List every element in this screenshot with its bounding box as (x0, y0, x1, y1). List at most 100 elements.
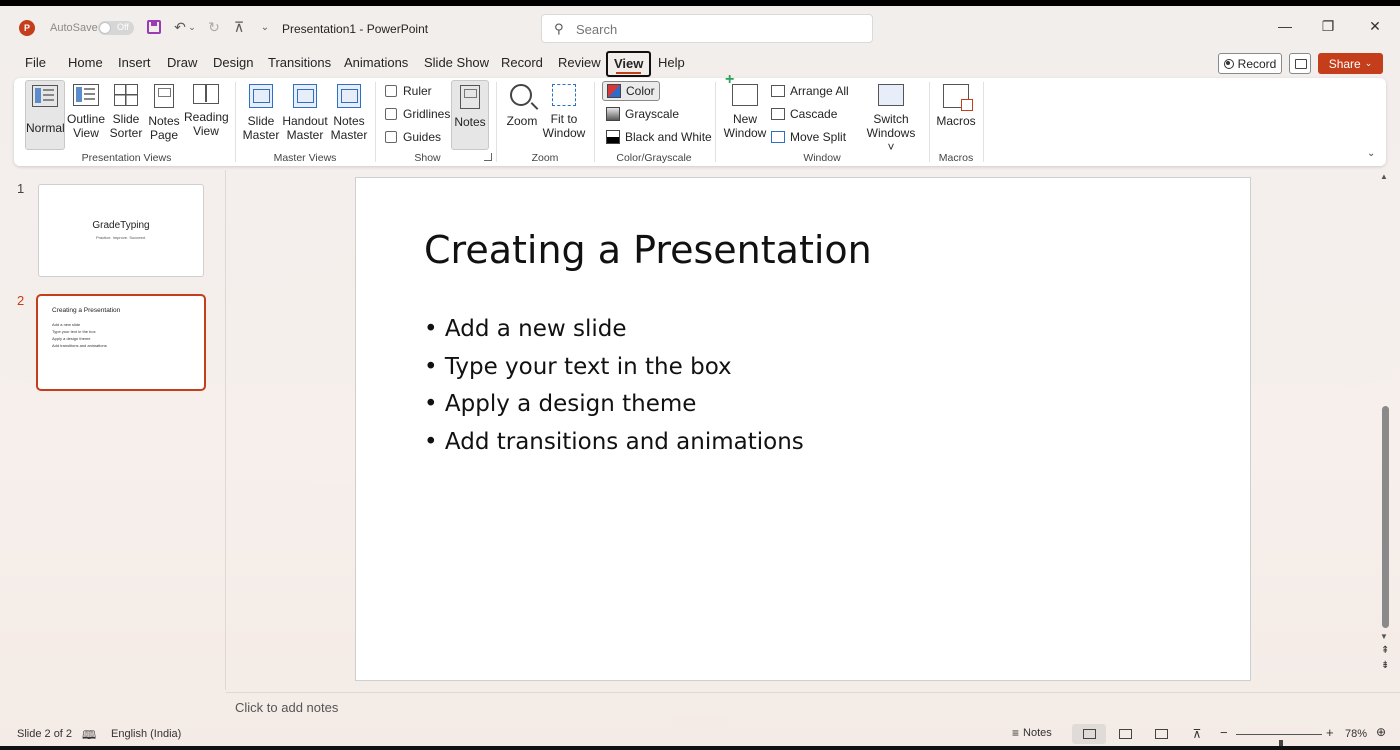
present-button[interactable]: ⊼ (228, 16, 250, 38)
group-label-show: Show (414, 152, 441, 164)
pane-divider[interactable] (225, 170, 226, 690)
zoom-out-button[interactable]: − (1220, 725, 1228, 740)
button-label: View (193, 124, 219, 138)
black-and-white-button[interactable]: Black and White (602, 127, 716, 147)
cascade-button[interactable]: Cascade (771, 104, 837, 124)
macros-button[interactable]: Macros (936, 80, 976, 150)
status-notes-button[interactable]: ≡ Notes (1012, 726, 1052, 740)
tab-help[interactable]: Help (658, 55, 685, 70)
color-icon (607, 84, 621, 98)
reading-view-status-button[interactable] (1144, 724, 1178, 744)
move-split-icon (771, 131, 785, 143)
fit-to-window-button[interactable]: Fit to Window (542, 80, 586, 150)
button-label: Windows ˅ (866, 126, 916, 154)
group-separator (496, 82, 497, 162)
tab-draw[interactable]: Draw (167, 55, 197, 70)
collapse-ribbon-icon[interactable]: ⌄ (1367, 148, 1375, 159)
tab-record[interactable]: Record (501, 55, 543, 70)
vertical-scrollbar-thumb[interactable] (1382, 406, 1389, 628)
button-label: Window (542, 126, 586, 140)
minimize-button[interactable]: — (1274, 18, 1296, 38)
reading-view-button[interactable]: Reading View (184, 80, 229, 150)
record-button[interactable]: Record (1218, 53, 1282, 74)
redo-button[interactable]: ↻ (203, 16, 225, 38)
restore-button[interactable]: ❐ (1317, 18, 1339, 38)
new-window-icon (725, 73, 758, 106)
move-split-button[interactable]: Move Split (771, 127, 846, 147)
notes-page-button[interactable]: Notes Page (147, 80, 181, 150)
customize-qat-button[interactable]: ⌄ (254, 16, 276, 38)
zoom-in-button[interactable]: + (1326, 725, 1334, 740)
normal-view-icon (1082, 729, 1096, 739)
normal-view-status-button[interactable] (1072, 724, 1106, 744)
grayscale-button[interactable]: Grayscale (602, 104, 683, 124)
button-label: Reading (184, 110, 229, 124)
tab-review[interactable]: Review (558, 55, 601, 70)
slide-thumbnail-1[interactable]: GradeTyping Practice. Improve. Succeed. (38, 184, 204, 277)
comments-button[interactable] (1289, 53, 1311, 74)
handout-master-icon (293, 84, 317, 108)
save-button[interactable] (143, 16, 165, 38)
slide-thumbnail-2[interactable]: Creating a Presentation Add a new slide … (36, 294, 206, 391)
switch-windows-button[interactable]: Switch Windows ˅ (862, 80, 920, 154)
button-label: Page (149, 128, 179, 142)
new-window-button[interactable]: New Window (722, 73, 768, 150)
fit-to-window-icon (552, 84, 576, 106)
black-and-white-icon (606, 130, 620, 144)
tab-animations[interactable]: Animations (344, 55, 408, 70)
scroll-down-icon[interactable]: ▼ (1380, 632, 1388, 641)
close-button[interactable]: ✕ (1364, 18, 1386, 38)
slide-canvas[interactable]: Creating a Presentation Add a new slide … (355, 177, 1251, 681)
arrange-all-button[interactable]: Arrange All (771, 81, 849, 101)
zoom-button[interactable]: Zoom (504, 80, 540, 150)
ruler-checkbox[interactable]: Ruler (385, 82, 432, 100)
toggle-knob (99, 22, 111, 34)
fit-slide-icon[interactable]: ⊕ (1376, 725, 1386, 739)
autosave-toggle[interactable]: Off (98, 21, 134, 35)
tab-home[interactable]: Home (68, 55, 103, 70)
zoom-percentage[interactable]: 78% (1345, 728, 1367, 740)
zoom-slider[interactable] (1236, 734, 1322, 750)
thumbnail-subtitle: Practice. Improve. Succeed. (95, 235, 147, 240)
tab-slide-show[interactable]: Slide Show (424, 55, 489, 70)
slide-title[interactable]: Creating a Presentation (424, 228, 872, 272)
tab-view[interactable]: View (606, 51, 652, 77)
search-box[interactable]: ⚲ (541, 14, 873, 43)
accessibility-icon[interactable]: 🕮 (82, 726, 96, 747)
handout-master-button[interactable]: Handout Master (282, 80, 328, 150)
show-dialog-launcher-icon[interactable] (484, 153, 492, 161)
button-label: Master (242, 128, 280, 142)
tab-design[interactable]: Design (213, 55, 253, 70)
gridlines-checkbox[interactable]: Gridlines (385, 105, 450, 123)
next-slide-icon[interactable]: ⇟ (1381, 660, 1389, 671)
previous-slide-icon[interactable]: ⇞ (1381, 645, 1389, 656)
macros-icon (943, 84, 973, 111)
slide-content[interactable]: Add a new slide Type your text in the bo… (424, 311, 804, 461)
thumbnail-bullet: Type your text in the box (52, 329, 96, 334)
language-indicator[interactable]: English (India) (111, 728, 181, 740)
undo-dropdown[interactable]: ⌄ (186, 16, 198, 38)
tab-file[interactable]: File (25, 55, 46, 70)
slide-show-status-button[interactable]: ⊼ (1180, 724, 1214, 744)
record-label: Record (1237, 56, 1277, 71)
guides-checkbox[interactable]: Guides (385, 128, 441, 146)
color-button[interactable]: Color (602, 81, 660, 101)
slide-bullet: Add transitions and animations (424, 424, 804, 462)
normal-view-button[interactable]: Normal (25, 80, 65, 150)
scroll-up-icon[interactable]: ▲ (1380, 172, 1388, 181)
share-button[interactable]: Share ⌄ (1318, 53, 1383, 74)
search-input[interactable] (576, 19, 856, 39)
slide-sorter-button[interactable]: Slide Sorter (107, 80, 145, 150)
tab-insert[interactable]: Insert (118, 55, 151, 70)
tab-transitions[interactable]: Transitions (268, 55, 331, 70)
minimize-icon: — (1278, 18, 1292, 34)
redo-icon: ↻ (208, 18, 220, 35)
slide-master-button[interactable]: Slide Master (242, 80, 280, 150)
button-label: Macros (936, 114, 976, 128)
notes-toggle-button[interactable]: Notes (451, 80, 489, 150)
outline-view-button[interactable]: Outline View (67, 80, 105, 150)
slide-sorter-status-button[interactable] (1108, 724, 1142, 744)
notes-pane[interactable]: Click to add notes (226, 692, 1400, 722)
thumbnail-bullet: Add a new slide (52, 322, 81, 327)
notes-master-button[interactable]: Notes Master (330, 80, 368, 150)
